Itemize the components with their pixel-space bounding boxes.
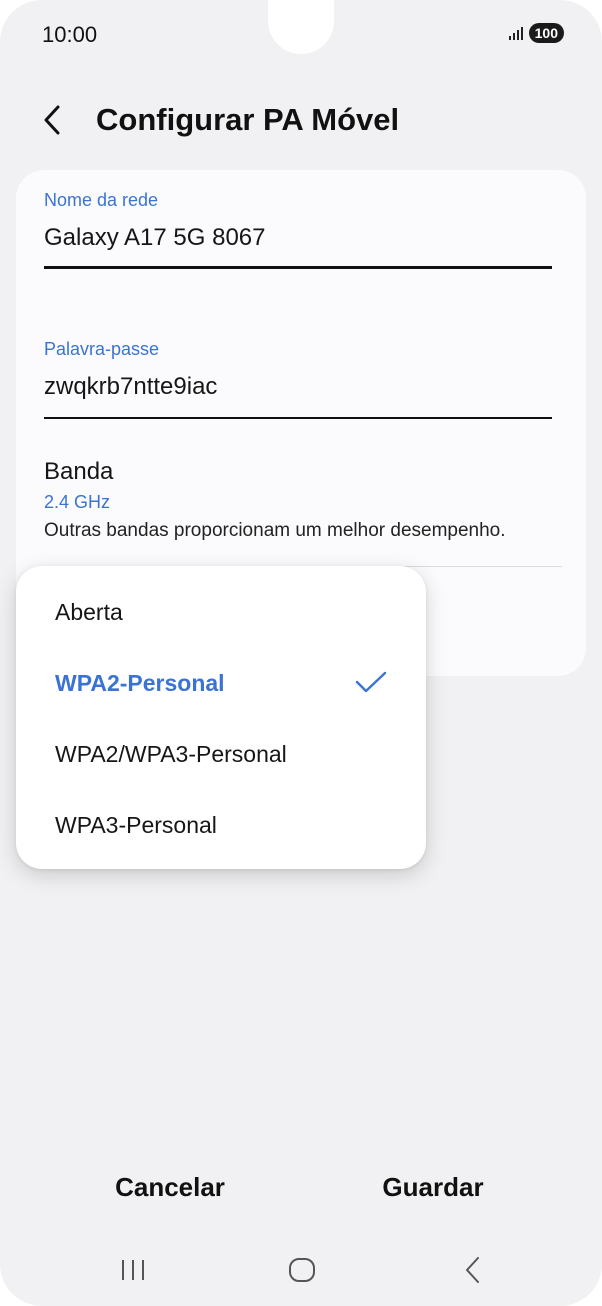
password-label: Palavra-passe <box>44 339 160 359</box>
phone-screen: 10:00 100 Configurar PA Móvel Nome da re… <box>0 0 602 1306</box>
chevron-left-icon <box>44 105 60 135</box>
band-description: Outras bandas proporcionam um melhor des… <box>44 520 506 541</box>
password-underline <box>44 417 552 419</box>
home-button[interactable] <box>282 1250 322 1290</box>
back-nav-button[interactable] <box>452 1250 492 1290</box>
save-button[interactable]: Guardar <box>364 1172 502 1203</box>
home-icon <box>289 1258 315 1282</box>
security-option-label: Aberta <box>55 599 123 625</box>
password-input[interactable]: zwqkrb7ntte9iac <box>44 373 552 401</box>
security-option-label: WPA2-Personal <box>55 670 225 696</box>
network-name-field[interactable]: Nome da rede Galaxy A17 5G 8067 <box>44 190 552 269</box>
back-button[interactable] <box>42 98 72 142</box>
recent-apps-icon <box>122 1260 144 1280</box>
cancel-button[interactable]: Cancelar <box>100 1172 240 1203</box>
band-value: 2.4 GHz <box>44 492 111 512</box>
recent-apps-button[interactable] <box>113 1250 153 1290</box>
security-option-wpa2-wpa3-personal[interactable]: WPA2/WPA3-Personal <box>16 719 426 789</box>
network-name-underline <box>44 266 552 269</box>
band-title[interactable]: Banda <box>44 458 113 486</box>
navigation-bar <box>0 1250 602 1290</box>
status-icons: 100 <box>508 23 564 43</box>
password-field[interactable]: Palavra-passe zwqkrb7ntte9iac <box>44 339 552 419</box>
security-option-label: WPA3-Personal <box>55 812 217 838</box>
battery-indicator: 100 <box>528 23 564 43</box>
status-time: 10:00 <box>42 22 98 47</box>
security-dropdown-menu: Aberta WPA2-Personal WPA2/WPA3-Personal … <box>16 566 426 869</box>
security-option-wpa3-personal[interactable]: WPA3-Personal <box>16 790 426 860</box>
network-name-input[interactable]: Galaxy A17 5G 8067 <box>44 224 552 252</box>
page-title: Configurar PA Móvel <box>96 102 400 137</box>
security-option-wpa2-personal[interactable]: WPA2-Personal <box>16 648 426 718</box>
signal-icon <box>508 26 523 40</box>
security-option-aberta[interactable]: Aberta <box>16 577 426 647</box>
camera-notch <box>268 0 334 54</box>
header: Configurar PA Móvel <box>42 98 399 142</box>
security-option-label: WPA2/WPA3-Personal <box>55 741 287 767</box>
back-nav-icon <box>466 1257 479 1283</box>
checkmark-icon <box>355 671 387 693</box>
network-name-label: Nome da rede <box>44 190 159 210</box>
